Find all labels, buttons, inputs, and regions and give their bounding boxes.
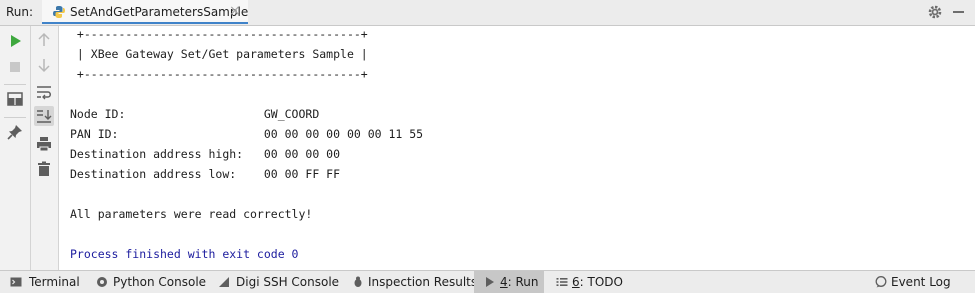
tab-digi-ssh-console[interactable]: Digi SSH Console: [218, 271, 339, 293]
console-toolbar: [31, 26, 59, 270]
tab-label: Terminal: [29, 275, 80, 289]
stop-icon[interactable]: [5, 57, 25, 77]
minimize-icon[interactable]: [951, 4, 967, 20]
python-file-icon: [52, 5, 66, 19]
tab-close-icon[interactable]: ×: [229, 3, 241, 19]
console-line: +---------------------------------------…: [70, 67, 368, 81]
tab-label-text: : TODO: [579, 275, 623, 289]
tab-label-text: : Run: [507, 275, 539, 289]
console-line: Destination address high: 00 00 00 00: [70, 147, 341, 161]
print-icon[interactable]: [34, 134, 54, 154]
toolbar-divider: [4, 117, 26, 118]
tab-terminal[interactable]: Terminal: [10, 271, 80, 293]
pin-icon[interactable]: [5, 122, 25, 142]
inspection-icon: [352, 276, 364, 288]
mnemonic: 4: [500, 275, 508, 289]
tab-python-console[interactable]: Python Console: [96, 271, 206, 293]
tab-label: Digi SSH Console: [236, 275, 340, 289]
console-output[interactable]: +---------------------------------------…: [59, 26, 975, 270]
run-toolbar: [0, 26, 31, 270]
event-log-icon: [875, 276, 887, 288]
console-line: Node ID: GW_COORD: [70, 107, 320, 121]
run-tab-icon: [484, 276, 496, 288]
run-header: Run: SetAndGetParametersSample ×: [0, 0, 975, 26]
console-line: PAN ID: 00 00 00 00 00 00 11 55: [70, 127, 424, 141]
gear-icon[interactable]: [927, 4, 943, 20]
exit-code-line: Process finished with exit code 0: [70, 247, 299, 261]
soft-wrap-icon[interactable]: [34, 82, 54, 102]
console-line: | XBee Gateway Set/Get parameters Sample…: [70, 47, 368, 61]
tab-label: Python Console: [113, 275, 207, 289]
tab-run[interactable]: 4: Run: [474, 271, 544, 293]
toolbar-divider: [4, 84, 26, 85]
console-line: +---------------------------------------…: [70, 27, 368, 41]
tab-label: Event Log: [891, 275, 951, 289]
console-line: Destination address low: 00 00 FF FF: [70, 167, 341, 181]
console-line: All parameters were read correctly!: [70, 207, 313, 221]
terminal-icon: [10, 276, 22, 288]
todo-icon: [556, 276, 568, 288]
mnemonic: 6: [572, 275, 580, 289]
run-label: Run:: [6, 5, 34, 19]
run-icon[interactable]: [5, 31, 25, 51]
layout-icon[interactable]: [5, 89, 25, 109]
python-console-icon: [96, 276, 108, 288]
trash-icon[interactable]: [34, 159, 54, 179]
tab-label: 4: Run: [500, 275, 539, 289]
tool-window-bar: Terminal Python Console Digi SSH Console…: [0, 270, 975, 293]
scroll-to-end-icon[interactable]: [34, 106, 54, 126]
tab-todo[interactable]: 6: TODO: [556, 271, 623, 293]
tab-label: 6: TODO: [572, 275, 623, 289]
tab-event-log[interactable]: Event Log: [875, 271, 965, 293]
tab-inspection-results[interactable]: Inspection Results: [352, 271, 477, 293]
arrow-up-icon[interactable]: [34, 30, 54, 50]
tab-set-and-get-parameters-sample[interactable]: SetAndGetParametersSample ×: [42, 0, 248, 24]
arrow-down-icon[interactable]: [34, 55, 54, 75]
tab-label: Inspection Results: [368, 275, 478, 289]
tab-title: SetAndGetParametersSample: [70, 5, 249, 19]
ssh-console-icon: [218, 276, 230, 288]
